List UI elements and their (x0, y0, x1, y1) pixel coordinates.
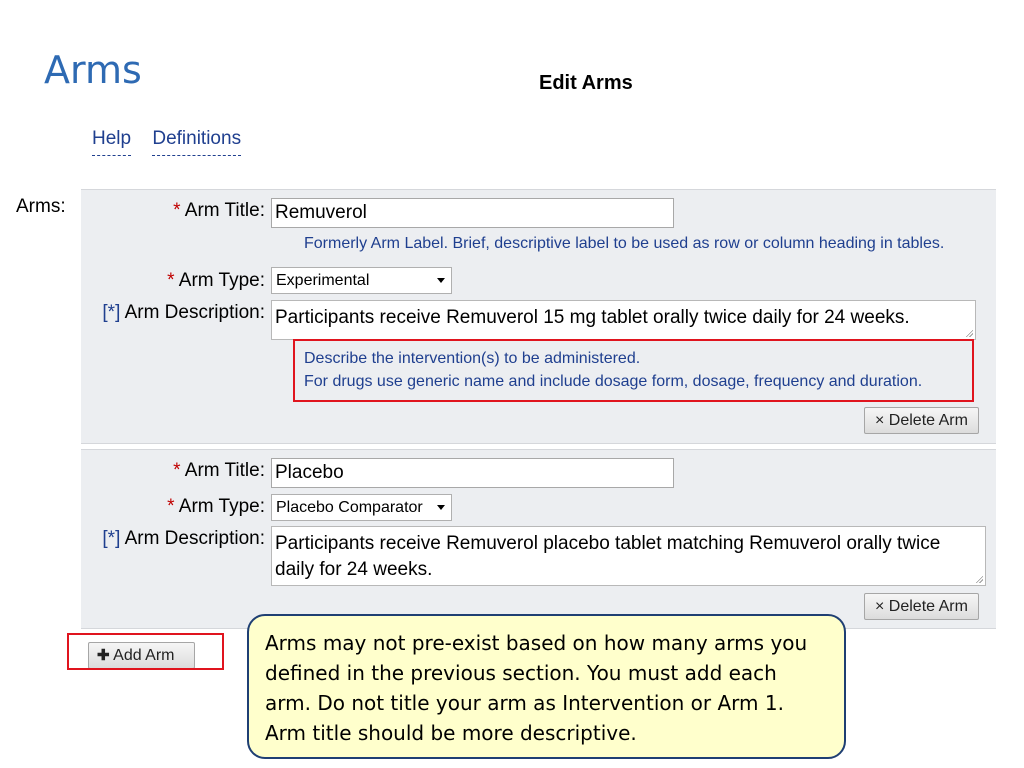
arm-panel-2: * Arm Title: Placebo * Arm Type: Placebo… (81, 449, 996, 629)
page-heading: Edit Arms (539, 72, 633, 94)
conditional-marker: [*] (102, 528, 121, 549)
arm-description-label: [*] Arm Description: (102, 302, 265, 324)
delete-arm-button[interactable]: × Delete Arm (864, 593, 979, 620)
arm-description-value: Participants receive Remuverol 15 mg tab… (275, 307, 910, 328)
help-links: Help Definitions (92, 128, 257, 156)
arm-type-label-text: Arm Type: (178, 496, 265, 517)
resize-grip-icon[interactable] (965, 329, 973, 337)
definitions-link[interactable]: Definitions (152, 128, 242, 156)
arm-description-textarea[interactable]: Participants receive Remuverol 15 mg tab… (271, 300, 976, 340)
arm-panel-1: * Arm Title: Remuverol Formerly Arm Labe… (81, 189, 996, 444)
arm-description-label-text: Arm Description: (124, 528, 265, 549)
arm-type-label: * Arm Type: (167, 496, 265, 518)
arm-description-textarea[interactable]: Participants receive Remuverol placebo t… (271, 526, 986, 586)
instruction-callout: Arms may not pre-exist based on how many… (247, 614, 846, 759)
arm-title-input[interactable]: Remuverol (271, 198, 674, 228)
chevron-down-icon (437, 278, 445, 283)
description-hint-highlight (293, 339, 974, 402)
arm-type-label-text: Arm Type: (178, 270, 265, 291)
arm-description-value: Participants receive Remuverol placebo t… (275, 533, 941, 580)
arm-title-hint: Formerly Arm Label. Brief, descriptive l… (304, 235, 945, 252)
help-link[interactable]: Help (92, 128, 132, 156)
arm-type-select[interactable]: Placebo Comparator (271, 494, 452, 521)
arm-description-label: [*] Arm Description: (102, 528, 265, 550)
arm-type-value: Placebo Comparator (276, 499, 423, 516)
slide-title: Arms (44, 48, 142, 92)
resize-grip-icon[interactable] (975, 575, 983, 583)
required-marker: * (173, 460, 181, 481)
arms-section-label: Arms: (16, 196, 66, 217)
conditional-marker: [*] (102, 302, 121, 323)
arm-title-label: * Arm Title: (173, 460, 265, 482)
arm-type-select[interactable]: Experimental (271, 267, 452, 294)
arm-description-label-text: Arm Description: (124, 302, 265, 323)
required-marker: * (173, 200, 181, 221)
arm-title-label: * Arm Title: (173, 200, 265, 222)
chevron-down-icon (437, 505, 445, 510)
arm-type-label: * Arm Type: (167, 270, 265, 292)
arm-title-label-text: Arm Title: (184, 460, 265, 481)
required-marker: * (167, 496, 175, 517)
required-marker: * (167, 270, 175, 291)
arm-title-label-text: Arm Title: (184, 200, 265, 221)
arm-type-value: Experimental (276, 272, 370, 289)
delete-arm-button[interactable]: × Delete Arm (864, 407, 979, 434)
add-arm-highlight (67, 633, 224, 670)
arm-title-input[interactable]: Placebo (271, 458, 674, 488)
